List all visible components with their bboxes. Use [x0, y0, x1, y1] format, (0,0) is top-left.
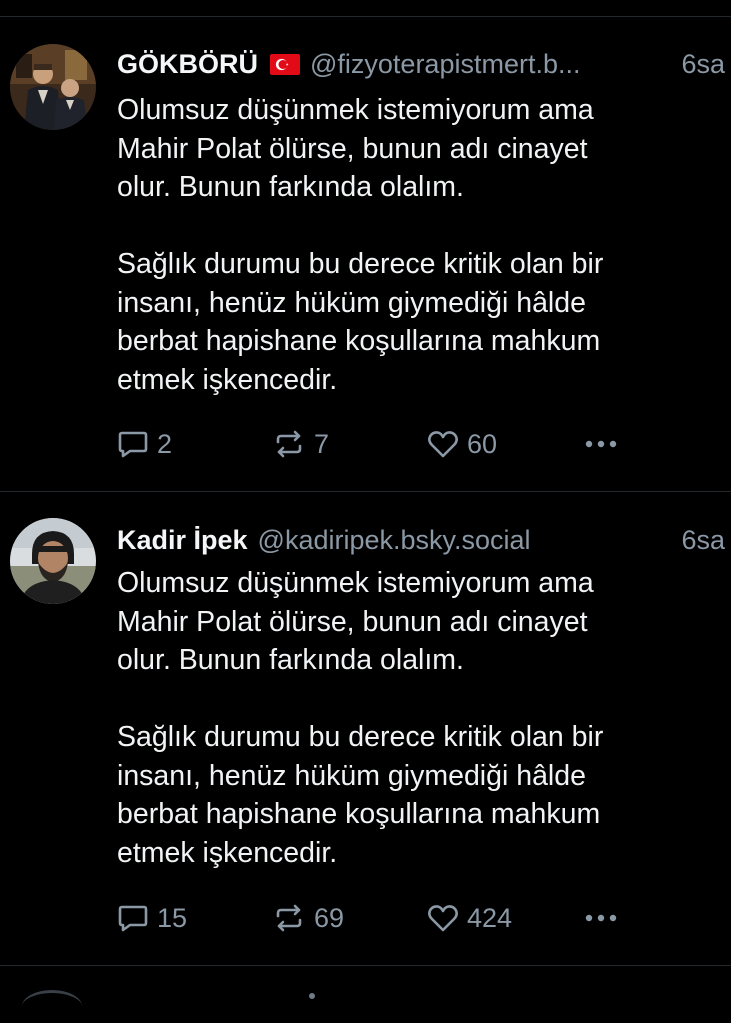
feed-post[interactable]: GÖKBÖRÜ @fizyoterapistmert.b... 6sa Olum…: [0, 0, 731, 490]
more-options-button[interactable]: [579, 424, 623, 464]
next-post-avatar[interactable]: [22, 990, 82, 1023]
post-paragraph: Olumsuz düşünmek istemiyorum ama Mahir P…: [117, 94, 594, 203]
author-name[interactable]: Kadir İpek: [117, 522, 248, 558]
post-divider: [0, 965, 731, 966]
reply-icon: [117, 903, 157, 933]
reply-button[interactable]: 15: [117, 898, 187, 938]
like-button[interactable]: 60: [427, 424, 497, 464]
more-options-button[interactable]: [579, 898, 623, 938]
author-handle[interactable]: @fizyoterapistmert.b...: [310, 46, 581, 82]
reply-button[interactable]: 2: [117, 424, 172, 464]
repost-button[interactable]: 69: [272, 898, 344, 938]
like-icon: [427, 429, 467, 459]
post-time[interactable]: 6sa: [681, 46, 725, 82]
like-count: 60: [467, 428, 498, 459]
post-header: Kadir İpek @kadiripek.bsky.social 6sa: [117, 522, 725, 558]
repost-icon: [272, 903, 314, 933]
repost-icon: [272, 429, 314, 459]
author-handle[interactable]: @kadiripek.bsky.social: [258, 522, 531, 558]
like-icon: [427, 903, 467, 933]
like-button[interactable]: 424: [427, 898, 512, 938]
avatar[interactable]: [10, 518, 96, 604]
next-post-peek: [309, 993, 315, 999]
like-count: 424: [467, 902, 513, 933]
post-actions: 15 69 424: [117, 898, 717, 938]
turkey-flag-icon: [270, 53, 300, 75]
avatar[interactable]: [10, 44, 96, 130]
reply-icon: [117, 429, 157, 459]
post-paragraph: Sağlık durumu bu derece kritik olan bir …: [117, 721, 604, 869]
post-paragraph: Olumsuz düşünmek istemiyorum ama Mahir P…: [117, 567, 594, 676]
repost-count: 69: [314, 902, 345, 933]
more-icon: [585, 909, 617, 927]
post-text: Olumsuz düşünmek istemiyorum ama Mahir P…: [117, 91, 717, 399]
post-actions: 2 7 60: [117, 424, 717, 464]
author-name[interactable]: GÖKBÖRÜ: [117, 46, 258, 82]
repost-count: 7: [314, 428, 330, 459]
post-text: Olumsuz düşünmek istemiyorum ama Mahir P…: [117, 564, 717, 872]
repost-button[interactable]: 7: [272, 424, 329, 464]
feed-post[interactable]: Kadir İpek @kadiripek.bsky.social 6sa Ol…: [0, 492, 731, 964]
reply-count: 2: [157, 428, 173, 459]
post-time[interactable]: 6sa: [681, 522, 725, 558]
post-paragraph: Sağlık durumu bu derece kritik olan bir …: [117, 248, 604, 396]
post-header: GÖKBÖRÜ @fizyoterapistmert.b... 6sa: [117, 46, 725, 82]
more-icon: [585, 435, 617, 453]
reply-count: 15: [157, 902, 188, 933]
